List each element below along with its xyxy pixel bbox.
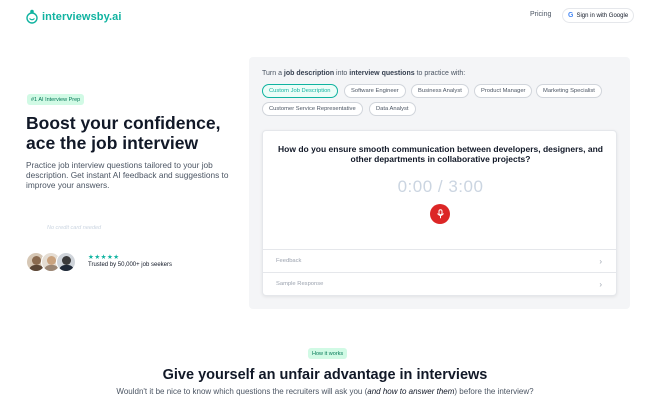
record-button[interactable] (430, 204, 450, 224)
hero-title: Boost your confidence, ace the job inter… (26, 113, 246, 153)
chevron-right-icon: › (599, 280, 602, 289)
how-it-works-badge: How it works (308, 348, 348, 359)
intro-mid: into (334, 70, 350, 77)
intro-job-description: job description (283, 70, 335, 77)
avatar-group (26, 252, 76, 272)
practice-panel: Turn a job description into interview qu… (249, 57, 630, 309)
hero-badge: #1 AI Interview Prep (27, 94, 85, 105)
google-sign-in-button[interactable]: G Sign in with Google (562, 8, 635, 23)
question-card: How do you ensure smooth communication b… (262, 130, 617, 296)
subtitle-italic: and how to answer them (367, 387, 455, 396)
microphone-icon (436, 209, 444, 219)
section-title: Give yourself an unfair advantage in int… (162, 367, 488, 383)
chevron-right-icon: › (599, 257, 602, 266)
chip-software-engineer[interactable]: Software Engineer (344, 84, 406, 98)
header: interviewsby.ai Pricing G Sign in with G… (0, 0, 650, 34)
hero-description: Practice job interview questions tailore… (26, 160, 229, 190)
intro-prefix: Turn a (262, 70, 284, 77)
section-subtitle: Wouldn't it be nice to know which questi… (0, 387, 650, 396)
google-icon: G (568, 12, 574, 19)
hero-title-line1: Boost your confidence, (26, 113, 221, 133)
feedback-label: Feedback (276, 258, 302, 264)
panel-intro: Turn a job description into interview qu… (262, 70, 465, 77)
chip-product-manager[interactable]: Product Manager (474, 84, 533, 98)
timer: 0:00 / 3:00 (397, 177, 484, 196)
logo[interactable]: interviewsby.ai (26, 9, 122, 24)
chip-data-analyst[interactable]: Data Analyst (369, 102, 416, 116)
intro-suffix: to practice with: (414, 70, 466, 77)
google-sign-in-label: Sign in with Google (576, 12, 629, 19)
chip-customer-service-representative[interactable]: Customer Service Representative (262, 102, 363, 116)
no-credit-card-note: No credit card needed (47, 225, 102, 231)
chip-custom-job-description[interactable]: Custom Job Description (262, 84, 338, 98)
sample-response-label: Sample Response (276, 281, 324, 287)
hero-title-line2: ace the job interview (26, 133, 199, 153)
chip-business-analyst[interactable]: Business Analyst (411, 84, 469, 98)
chip-marketing-specialist[interactable]: Marketing Specialist (536, 84, 602, 98)
rating-stars: ★★★★★ (88, 254, 120, 261)
nav-pricing-link[interactable]: Pricing (530, 11, 551, 18)
logo-text: interviewsby.ai (42, 10, 122, 23)
interview-logo-icon (26, 9, 38, 24)
subtitle-suffix: ) before the interview? (454, 387, 534, 396)
feedback-row[interactable]: Feedback › (263, 249, 616, 272)
intro-interview-questions: interview questions (349, 70, 415, 77)
sample-response-row[interactable]: Sample Response › (263, 272, 616, 295)
trusted-text: Trusted by 50,000+ job seekers (88, 262, 172, 268)
avatar (56, 252, 76, 272)
subtitle-prefix: Wouldn't it be nice to know which questi… (116, 387, 368, 396)
interview-question: How do you ensure smooth communication b… (278, 144, 603, 164)
